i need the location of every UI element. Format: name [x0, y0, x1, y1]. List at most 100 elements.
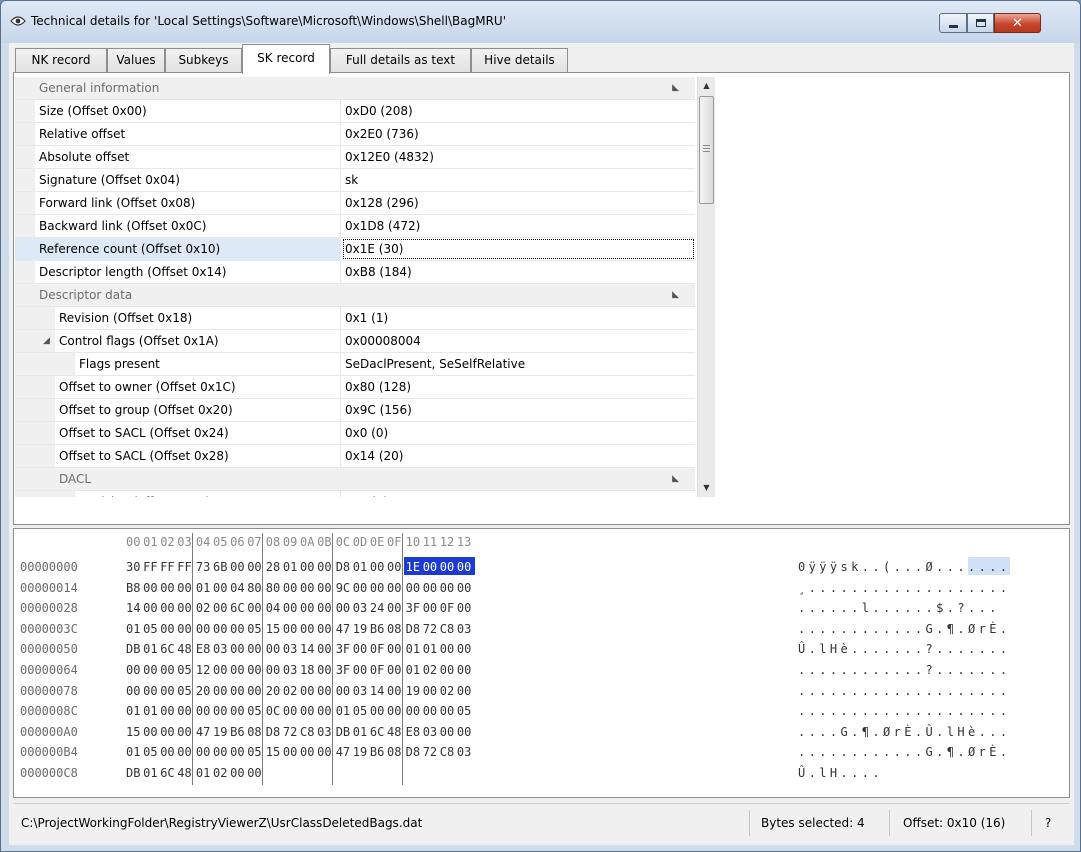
- hex-byte[interactable]: 00: [160, 663, 174, 677]
- hex-byte[interactable]: 00: [300, 601, 314, 615]
- hex-byte[interactable]: 00: [423, 601, 437, 615]
- hex-byte[interactable]: 48: [387, 725, 401, 739]
- hex-byte[interactable]: 00: [353, 663, 367, 677]
- hex-byte[interactable]: 00: [177, 581, 191, 595]
- ascii-text[interactable]: ............G.¶.ØrÈ.: [798, 745, 1011, 759]
- hex-byte[interactable]: 00: [230, 684, 244, 698]
- hex-byte[interactable]: 00: [353, 581, 367, 595]
- hex-byte[interactable]: 00: [143, 663, 157, 677]
- hex-byte[interactable]: 20: [196, 684, 210, 698]
- hex-byte[interactable]: DB: [126, 642, 140, 656]
- ascii-text[interactable]: 0ÿÿÿsk..(...Ø.......: [798, 560, 1011, 574]
- grid-property-row[interactable]: Backward link (Offset 0x0C) 0x1D8 (472): [15, 215, 695, 238]
- property-value[interactable]: 0x0 (0): [342, 422, 695, 444]
- hex-byte[interactable]: 00: [143, 684, 157, 698]
- hex-byte[interactable]: 00: [387, 601, 401, 615]
- tab-sk-record[interactable]: SK record: [242, 44, 330, 74]
- tab-subkeys[interactable]: Subkeys: [165, 48, 242, 73]
- hex-byte[interactable]: 00: [457, 725, 471, 739]
- hex-byte[interactable]: 02: [283, 684, 297, 698]
- ascii-text[interactable]: Û.lH....: [798, 766, 883, 780]
- hex-byte[interactable]: 00: [247, 684, 261, 698]
- ascii-text[interactable]: ....G.¶.ØrÈ.Û.lHè...: [798, 725, 1011, 739]
- hex-byte[interactable]: 47: [336, 745, 350, 759]
- property-grid[interactable]: General information ◣ Size (Offset 0x00) 0x…: [15, 77, 695, 497]
- hex-byte[interactable]: 0F: [370, 663, 384, 677]
- hex-byte[interactable]: 00: [177, 725, 191, 739]
- hex-byte[interactable]: 00: [457, 601, 471, 615]
- hex-byte[interactable]: 28: [266, 560, 280, 574]
- property-value[interactable]: sk: [342, 169, 695, 191]
- hex-byte[interactable]: 00: [317, 601, 331, 615]
- category-toggle-icon[interactable]: ◣: [672, 468, 679, 490]
- hex-byte[interactable]: 00: [230, 766, 244, 780]
- hex-byte[interactable]: 00: [283, 581, 297, 595]
- hex-byte[interactable]: 00: [160, 622, 174, 636]
- hex-byte[interactable]: 15: [266, 745, 280, 759]
- hex-byte[interactable]: 03: [317, 725, 331, 739]
- grid-property-row[interactable]: Reference count (Offset 0x10) 0x1E (30): [15, 238, 695, 261]
- ascii-text[interactable]: ......l......$.?...: [798, 601, 1000, 615]
- hex-byte[interactable]: 00: [353, 642, 367, 656]
- scroll-down-icon[interactable]: ▼: [698, 479, 715, 496]
- hex-byte[interactable]: 00: [300, 581, 314, 595]
- hex-byte[interactable]: 9C: [336, 581, 350, 595]
- hex-byte[interactable]: 03: [213, 642, 227, 656]
- hex-byte[interactable]: 30: [126, 560, 140, 574]
- grid-property-row[interactable]: Control flags (Offset 0x1A) ◢ 0x00008004: [15, 330, 695, 353]
- hex-byte[interactable]: 01: [423, 642, 437, 656]
- hex-byte[interactable]: 05: [143, 745, 157, 759]
- hex-byte[interactable]: 00: [283, 704, 297, 718]
- hex-byte[interactable]: 72: [423, 745, 437, 759]
- hex-byte[interactable]: 00: [283, 745, 297, 759]
- hex-byte[interactable]: 00: [387, 704, 401, 718]
- hex-byte[interactable]: 00: [266, 663, 280, 677]
- hex-byte[interactable]: 00: [317, 684, 331, 698]
- hex-byte[interactable]: 6C: [370, 725, 384, 739]
- hex-byte[interactable]: 00: [370, 704, 384, 718]
- hex-byte[interactable]: E8: [196, 642, 210, 656]
- hex-byte[interactable]: 00: [387, 560, 401, 574]
- hex-byte[interactable]: 00: [213, 581, 227, 595]
- hex-byte[interactable]: 00: [266, 642, 280, 656]
- hex-byte[interactable]: 00: [440, 581, 454, 595]
- hex-byte[interactable]: 12: [196, 663, 210, 677]
- hex-byte[interactable]: 00: [213, 601, 227, 615]
- hex-byte[interactable]: 00: [387, 642, 401, 656]
- ascii-text[interactable]: Û.lHè.......?.......: [798, 642, 1011, 656]
- hex-byte[interactable]: 14: [370, 684, 384, 698]
- hex-byte[interactable]: 05: [247, 622, 261, 636]
- hex-byte[interactable]: 00: [387, 663, 401, 677]
- hex-byte[interactable]: 15: [126, 725, 140, 739]
- hex-byte[interactable]: DB: [126, 766, 140, 780]
- grid-property-row[interactable]: Flags present SeDaclPresent, SeSelfRelati…: [15, 353, 695, 376]
- hex-byte[interactable]: 00: [230, 745, 244, 759]
- hex-byte[interactable]: 00: [230, 560, 244, 574]
- hex-byte[interactable]: FF: [177, 560, 191, 574]
- property-value[interactable]: 0x9C (156): [342, 399, 695, 421]
- hex-byte[interactable]: 19: [353, 622, 367, 636]
- hex-byte[interactable]: 00: [213, 684, 227, 698]
- hex-byte[interactable]: 08: [247, 725, 261, 739]
- hex-byte[interactable]: 01: [283, 560, 297, 574]
- hex-byte[interactable]: C8: [300, 725, 314, 739]
- hex-byte[interactable]: 00: [336, 684, 350, 698]
- hex-byte[interactable]: 1E: [406, 560, 420, 574]
- hex-byte[interactable]: 02: [196, 601, 210, 615]
- property-value[interactable]: 0x1D8 (472): [342, 215, 695, 237]
- hex-byte[interactable]: 24: [370, 601, 384, 615]
- hex-byte[interactable]: 00: [143, 601, 157, 615]
- hex-byte[interactable]: 00: [317, 642, 331, 656]
- scroll-thumb[interactable]: [699, 96, 714, 204]
- hex-byte[interactable]: 02: [213, 766, 227, 780]
- hex-byte[interactable]: 00: [177, 601, 191, 615]
- hex-byte[interactable]: 05: [247, 745, 261, 759]
- hex-byte[interactable]: 00: [457, 642, 471, 656]
- ascii-text[interactable]: ............?.......: [798, 663, 1011, 677]
- hex-byte[interactable]: 01: [126, 745, 140, 759]
- hex-byte[interactable]: 00: [300, 622, 314, 636]
- hex-byte[interactable]: 00: [247, 560, 261, 574]
- scroll-up-icon[interactable]: ▲: [698, 77, 715, 94]
- maximize-button[interactable]: [967, 13, 994, 33]
- hex-byte[interactable]: 00: [177, 622, 191, 636]
